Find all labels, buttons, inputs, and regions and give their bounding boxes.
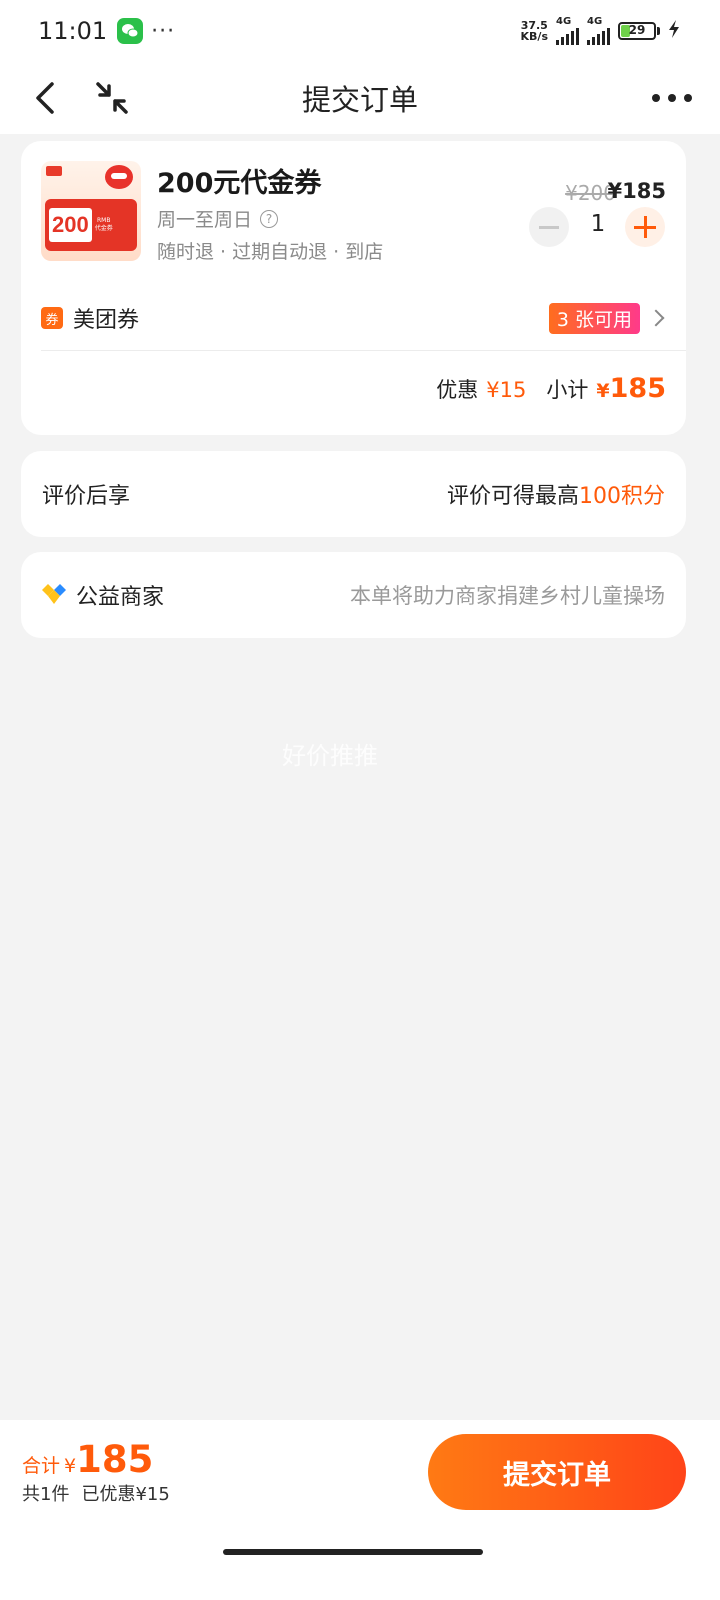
- help-icon[interactable]: ?: [260, 209, 279, 228]
- review-reward: 评价可得最高100积分: [447, 478, 665, 510]
- minus-icon: [539, 225, 559, 229]
- product-days-text: 周一至周日: [157, 209, 253, 231]
- divider: [41, 350, 686, 351]
- wechat-icon: [117, 18, 144, 44]
- total-line: 合计 ¥ 185: [22, 1438, 153, 1481]
- count-line: 共1件 已优惠¥15: [22, 1480, 170, 1506]
- bolt-icon: [668, 20, 680, 42]
- signal-1-label: 4G: [556, 15, 572, 27]
- thumbnail-sub-2: 代金券: [94, 225, 113, 232]
- decrease-quantity-button[interactable]: [529, 207, 569, 247]
- review-text: 评价可得最高: [446, 484, 579, 509]
- nav-bar: 提交订单: [0, 62, 720, 134]
- charity-text: 本单将助力商家捐建乡村儿童操场: [350, 584, 665, 608]
- watermark: 好价推推: [282, 742, 378, 770]
- product-thumbnail[interactable]: 200 RMB 代金券: [41, 161, 141, 261]
- coupon-available-badge[interactable]: 3 张可用: [548, 302, 640, 334]
- battery-icon: 29: [618, 22, 660, 40]
- charity-label: 公益商家: [76, 585, 165, 610]
- coupon-row[interactable]: 券 美团券 3 张可用: [41, 295, 666, 341]
- product-rules: 随时退 · 过期自动退 · 到店: [157, 241, 384, 263]
- signal-2-icon: 4G: [587, 15, 610, 45]
- brand-logo-icon: [46, 166, 62, 176]
- total-value: 185: [76, 1438, 154, 1481]
- charity-card: 公益商家 本单将助力商家捐建乡村儿童操场: [21, 552, 686, 638]
- status-time: 11:01: [38, 17, 108, 45]
- thumbnail-amount: 200: [49, 208, 92, 242]
- review-card: 评价后享 评价可得最高100积分: [21, 451, 686, 537]
- home-indicator[interactable]: [223, 1549, 483, 1555]
- total-label: 合计: [22, 1455, 61, 1477]
- order-card: 200 RMB 代金券 200元代金券 周一至周日 ? 随时退 · 过期自动退 …: [21, 141, 686, 435]
- discount-label: 优惠: [436, 378, 479, 402]
- total-yen: ¥: [64, 1455, 77, 1477]
- item-count: 共1件: [22, 1484, 70, 1505]
- bottom-bar: 合计 ¥ 185 共1件 已优惠¥15 提交订单: [0, 1420, 720, 1600]
- net-speed: 37.5 KB/s: [521, 20, 548, 42]
- signal-1-icon: 4G: [556, 15, 579, 45]
- coupon-icon: 券: [41, 307, 63, 329]
- saved-amount: 已优惠¥15: [81, 1484, 170, 1505]
- subtotal-amount: ¥185: [596, 373, 666, 404]
- review-label: 评价后享: [42, 484, 131, 509]
- more-dots-icon[interactable]: [652, 82, 692, 114]
- battery-body: 29: [618, 22, 656, 40]
- net-speed-unit: KB/s: [520, 30, 548, 43]
- subtotal-value: 185: [609, 373, 666, 404]
- thumbnail-sub: RMB 代金券: [95, 217, 113, 233]
- product-title: 200元代金券: [157, 168, 322, 199]
- current-price: ¥185: [607, 179, 666, 203]
- signal-2-label: 4G: [587, 15, 603, 27]
- chevron-right-icon: [647, 309, 665, 327]
- minimize-icon[interactable]: [92, 78, 132, 118]
- review-points: 100积分: [579, 484, 665, 509]
- mascot-icon: [105, 165, 133, 189]
- status-more-dots: ···: [151, 18, 176, 44]
- subtotal-label: 小计: [546, 378, 589, 402]
- coupon-label: 美团券: [73, 308, 140, 333]
- status-right-group: 37.5 KB/s 4G 4G 29: [521, 15, 680, 45]
- discount-value: ¥15: [486, 378, 527, 402]
- subtotal-yen: ¥: [596, 380, 610, 402]
- increase-quantity-button[interactable]: [625, 207, 665, 247]
- quantity-value: 1: [590, 211, 606, 237]
- submit-order-button[interactable]: 提交订单: [428, 1434, 686, 1510]
- thumbnail-sub-1: RMB: [96, 217, 111, 224]
- charity-diamond-icon: [42, 584, 66, 606]
- back-arrow-icon[interactable]: [28, 78, 68, 118]
- voucher-image: 200 RMB 代金券: [45, 199, 137, 251]
- product-days: 周一至周日 ?: [157, 205, 279, 232]
- battery-tip: [657, 27, 660, 35]
- status-bar: 11:01 ··· 37.5 KB/s 4G 4G 29: [0, 0, 720, 62]
- battery-level: 29: [628, 23, 646, 37]
- subtotal-row: 优惠 ¥15 小计 ¥185: [436, 373, 666, 404]
